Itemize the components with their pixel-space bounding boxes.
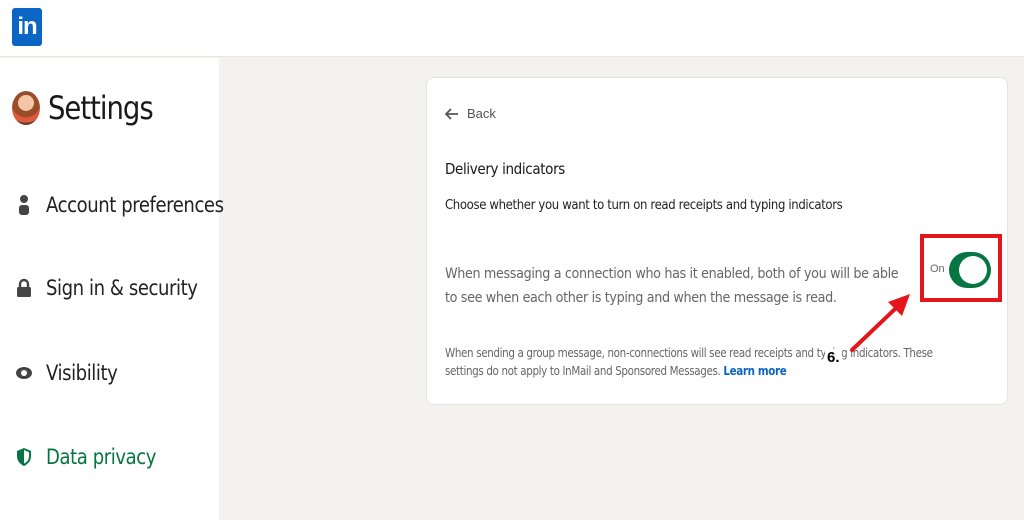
section-heading: Delivery indicators bbox=[445, 160, 565, 178]
top-bar: in bbox=[0, 0, 1024, 57]
annotation-arrow-icon bbox=[850, 294, 910, 352]
sidebar-item-label: Sign in & security bbox=[46, 276, 198, 300]
avatar[interactable] bbox=[12, 91, 40, 125]
shield-icon bbox=[14, 446, 34, 468]
page-title: Settings bbox=[48, 89, 154, 127]
sidebar-item-label: Data privacy bbox=[46, 445, 156, 469]
highlight-box bbox=[920, 234, 1002, 302]
sidebar-item-account-preferences[interactable]: Account preferences bbox=[14, 190, 253, 220]
learn-more-link[interactable]: Learn more bbox=[723, 364, 786, 378]
sidebar-item-label: Account preferences bbox=[46, 193, 224, 217]
sidebar-item-label: Visibility bbox=[46, 361, 118, 385]
settings-header: Settings bbox=[12, 86, 170, 130]
back-button[interactable]: Back bbox=[445, 106, 496, 121]
delivery-indicators-card: Back Delivery indicators Choose whether … bbox=[426, 77, 1008, 405]
sidebar-item-data-privacy[interactable]: Data privacy bbox=[14, 442, 174, 472]
lock-icon bbox=[14, 277, 34, 299]
settings-sidebar: Settings Account preferences Sign in & s… bbox=[0, 58, 224, 520]
eye-icon bbox=[14, 362, 34, 384]
person-icon bbox=[14, 194, 34, 216]
linkedin-logo[interactable]: in bbox=[12, 8, 42, 46]
back-label: Back bbox=[467, 106, 496, 121]
section-subheading: Choose whether you want to turn on read … bbox=[445, 198, 843, 213]
sidebar-item-sign-in-security[interactable]: Sign in & security bbox=[14, 273, 222, 303]
arrow-left-icon bbox=[445, 107, 458, 120]
sidebar-item-visibility[interactable]: Visibility bbox=[14, 358, 129, 388]
